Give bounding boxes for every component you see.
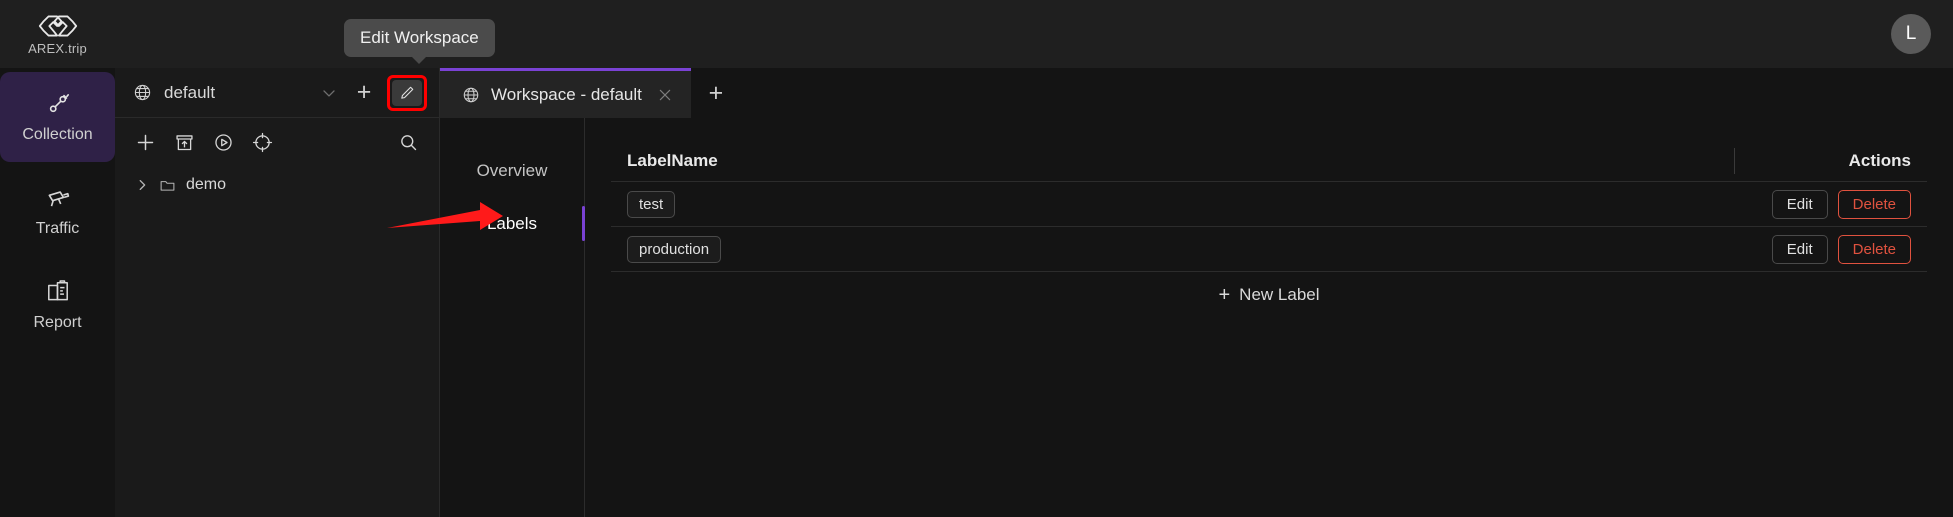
labels-panel: LabelName Actions test Edit Delete produ…: [585, 118, 1953, 517]
delete-label-button[interactable]: Delete: [1837, 234, 1911, 264]
sidebar-item-label: Traffic: [35, 219, 80, 237]
tooltip-text: Edit Workspace: [360, 28, 479, 47]
workspace-selector-bar: default +: [115, 68, 439, 118]
report-clipboard-icon: [47, 279, 68, 300]
top-bar: AREX.trip Edit Workspace L: [0, 0, 1953, 68]
tab-workspace-default[interactable]: Workspace - default: [440, 68, 691, 118]
labels-table: LabelName Actions test Edit Delete produ…: [611, 140, 1927, 318]
main-body: Collection Traffic Report default + demo…: [0, 68, 1953, 517]
subnav-item-label: Overview: [476, 160, 548, 180]
table-row: production Edit Delete: [611, 227, 1927, 272]
folder-icon: [160, 180, 175, 191]
collection-link-icon: [49, 93, 69, 112]
workspace-content: Workspace - default + Overview Labels La…: [440, 68, 1953, 517]
tree-item-demo[interactable]: demo: [115, 168, 439, 202]
brand[interactable]: AREX.trip: [0, 0, 115, 68]
sidebar-item-traffic[interactable]: Traffic: [0, 166, 115, 256]
sidebar-item-collection[interactable]: Collection: [0, 72, 115, 162]
sidebar-item-label: Collection: [22, 125, 93, 143]
subnav-item-overview[interactable]: Overview: [440, 144, 584, 197]
plus-icon: +: [1218, 283, 1231, 306]
close-icon[interactable]: [657, 87, 673, 103]
column-header-actions: Actions: [1848, 150, 1911, 170]
chevron-down-icon[interactable]: [319, 83, 339, 103]
search-icon[interactable]: [398, 132, 419, 153]
new-label-button[interactable]: + New Label: [611, 272, 1927, 318]
collection-toolbar: [115, 118, 439, 166]
play-circle-icon[interactable]: [213, 132, 234, 153]
globe-icon: [134, 84, 151, 101]
tab-strip: Workspace - default +: [440, 68, 1953, 118]
avatar-initial: L: [1905, 23, 1917, 44]
edit-workspace-highlight: [387, 74, 427, 111]
left-rail: Collection Traffic Report: [0, 68, 115, 517]
subnav-item-label: Labels: [486, 213, 538, 233]
row-actions: Edit Delete: [1735, 189, 1917, 219]
traffic-camera-icon: [48, 190, 69, 206]
collection-tree: demo: [115, 166, 439, 202]
column-header-labelname: LabelName: [627, 150, 718, 170]
plus-icon[interactable]: [135, 132, 156, 153]
app-root: AREX.trip Edit Workspace L Collection Tr…: [0, 0, 1953, 517]
label-name-cell: test: [621, 190, 1735, 218]
edit-workspace-button[interactable]: [392, 79, 422, 106]
subnav-item-labels[interactable]: Labels: [440, 197, 585, 250]
edit-label-button[interactable]: Edit: [1771, 189, 1828, 219]
tree-item-label: demo: [186, 176, 227, 193]
tab-label: Workspace - default: [491, 84, 642, 104]
brand-name: AREX.trip: [28, 40, 87, 56]
sidebar-item-report[interactable]: Report: [0, 260, 115, 350]
workspace-name[interactable]: default: [164, 83, 215, 103]
globe-icon: [463, 87, 479, 102]
sidebar-item-label: Report: [33, 313, 82, 331]
table-header: LabelName Actions: [611, 140, 1927, 182]
new-label-text: New Label: [1239, 284, 1320, 304]
chevron-right-icon[interactable]: [135, 178, 149, 192]
collection-panel: default + demo: [115, 68, 440, 517]
label-chip: production: [627, 235, 722, 263]
target-crosshair-icon[interactable]: [252, 132, 273, 153]
add-tab-button[interactable]: +: [691, 68, 741, 118]
workspace-body: Overview Labels LabelName Actions test E…: [440, 118, 1953, 517]
row-actions: Edit Delete: [1735, 234, 1917, 264]
edit-label-button[interactable]: Edit: [1771, 234, 1828, 264]
add-workspace-button[interactable]: +: [351, 80, 377, 106]
table-row: test Edit Delete: [611, 182, 1927, 227]
arex-hexagon-logo-icon: [38, 15, 77, 36]
pencil-edit-icon: [400, 86, 413, 99]
label-name-cell: production: [621, 235, 1735, 263]
import-box-icon[interactable]: [174, 132, 195, 153]
delete-label-button[interactable]: Delete: [1837, 189, 1911, 219]
label-chip: test: [627, 190, 676, 218]
avatar[interactable]: L: [1891, 14, 1931, 54]
edit-workspace-tooltip: Edit Workspace: [344, 19, 495, 57]
workspace-subnav: Overview Labels: [440, 118, 585, 517]
